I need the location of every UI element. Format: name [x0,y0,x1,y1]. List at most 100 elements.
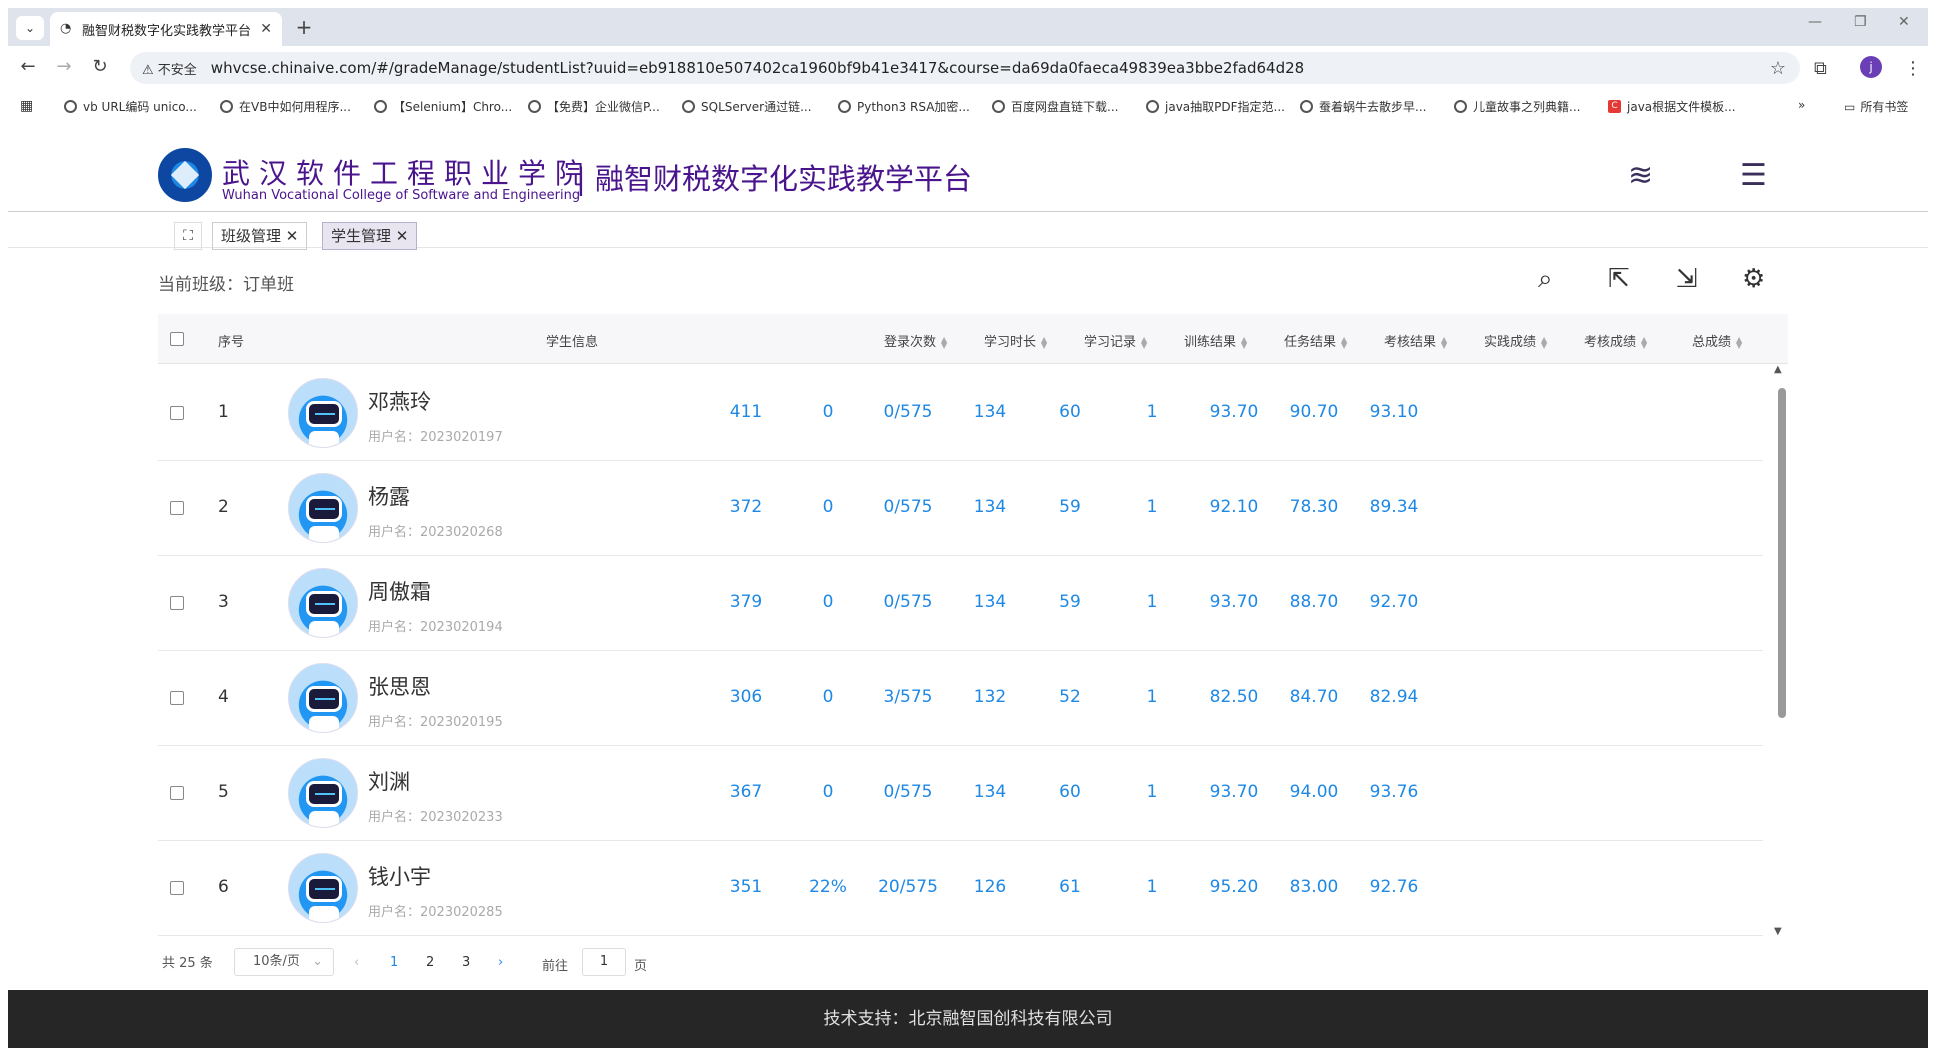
next-page-icon[interactable]: › [498,955,503,970]
cell-logins[interactable]: 372 [706,497,786,517]
sort-icon[interactable]: ▲ ▼ [1441,335,1447,349]
cell-logins[interactable]: 379 [706,592,786,612]
gear-icon[interactable]: ⚙ [1742,264,1765,294]
header-study-time[interactable]: 学习时长 ▲ ▼ [984,331,1047,350]
page-3[interactable]: 3 [462,955,470,970]
bookmark-item[interactable]: Python3 RSA加密... [838,98,970,115]
cell-task-result[interactable]: 61 [1030,877,1110,897]
cell-exam-score[interactable]: 78.30 [1274,497,1354,517]
forward-icon[interactable]: → [52,56,76,77]
cell-total-score[interactable]: 82.94 [1354,687,1434,707]
cell-study-records[interactable]: 3/575 [868,687,948,707]
bookmark-item[interactable]: 儿童故事之列典籍... [1454,98,1580,115]
cell-training-result[interactable]: 134 [950,782,1030,802]
cell-study-time[interactable]: 0 [788,687,868,707]
list-menu-icon[interactable]: ☰ [1740,158,1767,193]
import-icon[interactable]: ⇲ [1676,264,1698,294]
bookmark-item[interactable]: Cjava根据文件模板... [1608,98,1736,115]
profile-avatar[interactable]: j [1860,56,1882,78]
cell-study-records[interactable]: 0/575 [868,782,948,802]
cell-study-time[interactable]: 22% [788,877,868,897]
sort-icon[interactable]: ▲ ▼ [1141,335,1147,349]
cell-task-result[interactable]: 60 [1030,782,1110,802]
cell-training-result[interactable]: 134 [950,592,1030,612]
bookmark-star-icon[interactable]: ☆ [1770,58,1786,79]
table-row[interactable]: 2 杨露 用户名：2023020268 372 0 0/575 134 59 1 92.10 78.… [158,461,1763,556]
header-study-records[interactable]: 学习记录 ▲ ▼ [1084,331,1147,350]
cell-training-result[interactable]: 132 [950,687,1030,707]
table-row[interactable]: 4 张思恩 用户名：2023020195 306 0 3/575 132 52 1 82.50 84… [158,651,1763,746]
sort-icon[interactable]: ▲ ▼ [1341,335,1347,349]
cell-practice-score[interactable]: 92.10 [1194,497,1274,517]
prev-page-icon[interactable]: ‹ [354,955,359,970]
url-text[interactable]: whvcse.chinaive.com/#/gradeManage/studen… [211,59,1304,77]
fullscreen-icon[interactable]: ⛶ [174,222,202,250]
cell-total-score[interactable]: 92.70 [1354,592,1434,612]
cell-logins[interactable]: 411 [706,402,786,422]
restore-icon[interactable]: ❐ [1854,14,1867,30]
header-exam-result[interactable]: 考核结果 ▲ ▼ [1384,331,1447,350]
bookmark-item[interactable]: vb URL编码 unico... [64,98,197,115]
browser-tab-active[interactable]: ◔ 融智财税数字化实践教学平台 ✕ [50,12,282,46]
all-bookmarks[interactable]: ▭ 所有书签 [1844,98,1908,115]
cell-total-score[interactable]: 93.10 [1354,402,1434,422]
cell-practice-score[interactable]: 82.50 [1194,687,1274,707]
goto-page-input[interactable]: 1 [582,948,626,976]
cell-exam-result[interactable]: 1 [1112,687,1192,707]
cell-exam-result[interactable]: 1 [1112,592,1192,612]
cell-study-time[interactable]: 0 [788,497,868,517]
select-all-checkbox[interactable] [170,332,184,346]
page-2[interactable]: 2 [426,955,434,970]
cell-total-score[interactable]: 92.76 [1354,877,1434,897]
tab-search-button[interactable]: ⌄ [16,16,44,40]
cell-study-records[interactable]: 0/575 [868,497,948,517]
apps-grid-icon[interactable]: ▦ [20,98,33,114]
cell-task-result[interactable]: 60 [1030,402,1110,422]
bookmark-item[interactable]: 【Selenium】Chro... [374,98,512,115]
bookmark-item[interactable]: java抽取PDF指定范... [1146,98,1285,115]
row-checkbox[interactable] [170,501,184,515]
security-warning[interactable]: ⚠ 不安全 [142,59,197,78]
table-scrollbar[interactable] [1778,388,1786,718]
bookmark-item[interactable]: 在VB中如何用程序... [220,98,351,115]
table-row[interactable]: 5 刘渊 用户名：2023020233 367 0 0/575 134 60 1 93.70 94.… [158,746,1763,841]
cell-practice-score[interactable]: 93.70 [1194,402,1274,422]
cell-training-result[interactable]: 134 [950,402,1030,422]
header-total-score[interactable]: 总成绩 ▲ ▼ [1692,331,1742,350]
cell-logins[interactable]: 306 [706,687,786,707]
cell-study-records[interactable]: 20/575 [868,877,948,897]
header-practice-score[interactable]: 实践成绩 ▲ ▼ [1484,331,1547,350]
cell-logins[interactable]: 351 [706,877,786,897]
cell-exam-score[interactable]: 84.70 [1274,687,1354,707]
sort-icon[interactable]: ▲ ▼ [1541,335,1547,349]
bookmark-item[interactable]: SQLServer通过链... [682,98,812,115]
search-icon[interactable]: ⌕ [1538,264,1553,295]
row-checkbox[interactable] [170,691,184,705]
layers-icon[interactable]: ≋ [1628,158,1653,193]
cell-exam-score[interactable]: 83.00 [1274,877,1354,897]
extensions-icon[interactable]: ⧉ [1814,58,1827,79]
cell-total-score[interactable]: 93.76 [1354,782,1434,802]
minimize-icon[interactable]: — [1808,14,1822,30]
cell-task-result[interactable]: 59 [1030,592,1110,612]
cell-study-time[interactable]: 0 [788,402,868,422]
cell-exam-result[interactable]: 1 [1112,497,1192,517]
row-checkbox[interactable] [170,881,184,895]
cell-practice-score[interactable]: 95.20 [1194,877,1274,897]
row-checkbox[interactable] [170,406,184,420]
cell-practice-score[interactable]: 93.70 [1194,592,1274,612]
cell-exam-score[interactable]: 88.70 [1274,592,1354,612]
table-row[interactable]: 3 周傲霜 用户名：2023020194 379 0 0/575 134 59 1 93.70 88… [158,556,1763,651]
back-icon[interactable]: ← [16,56,40,77]
cell-task-result[interactable]: 52 [1030,687,1110,707]
cell-study-time[interactable]: 0 [788,782,868,802]
sort-icon[interactable]: ▲ ▼ [941,335,947,349]
bookmarks-overflow[interactable]: » [1798,98,1805,112]
cell-training-result[interactable]: 126 [950,877,1030,897]
cell-logins[interactable]: 367 [706,782,786,802]
scroll-down-icon[interactable]: ▼ [1774,926,1782,937]
cell-total-score[interactable]: 89.34 [1354,497,1434,517]
sort-icon[interactable]: ▲ ▼ [1241,335,1247,349]
reload-icon[interactable]: ↻ [88,56,112,77]
cell-study-time[interactable]: 0 [788,592,868,612]
